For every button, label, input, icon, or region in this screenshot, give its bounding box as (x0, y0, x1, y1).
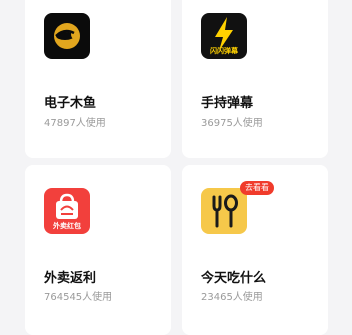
app-card-fanli[interactable]: 外卖红包 外卖返利 764545人使用 (25, 165, 171, 335)
fork-spoon-icon (201, 188, 247, 234)
icon-label: 闪闪弹幕 (210, 47, 238, 55)
app-card-danmu[interactable]: 闪闪弹幕 手持弹幕 36975人使用 (182, 0, 328, 158)
app-card-chi[interactable]: 去看看 今天吃什么 23465人使用 (182, 165, 328, 335)
lightning-icon: 闪闪弹幕 (201, 13, 247, 59)
usage-count: 36975人使用 (201, 118, 263, 129)
app-name: 外卖返利 (44, 271, 97, 286)
app-name: 电子木鱼 (44, 96, 97, 111)
go-see-badge[interactable]: 去看看 (240, 181, 274, 195)
golden-fish-icon (44, 13, 90, 59)
shopping-bag-icon: 外卖红包 (44, 188, 90, 234)
app-name: 今天吃什么 (201, 271, 267, 286)
app-card-muyu[interactable]: 电子木鱼 47897人使用 (25, 0, 171, 158)
usage-count: 764545人使用 (44, 292, 113, 303)
app-name: 手持弹幕 (201, 96, 254, 111)
usage-count: 47897人使用 (44, 118, 106, 129)
icon-label: 外卖红包 (53, 222, 81, 230)
usage-count: 23465人使用 (201, 292, 263, 303)
